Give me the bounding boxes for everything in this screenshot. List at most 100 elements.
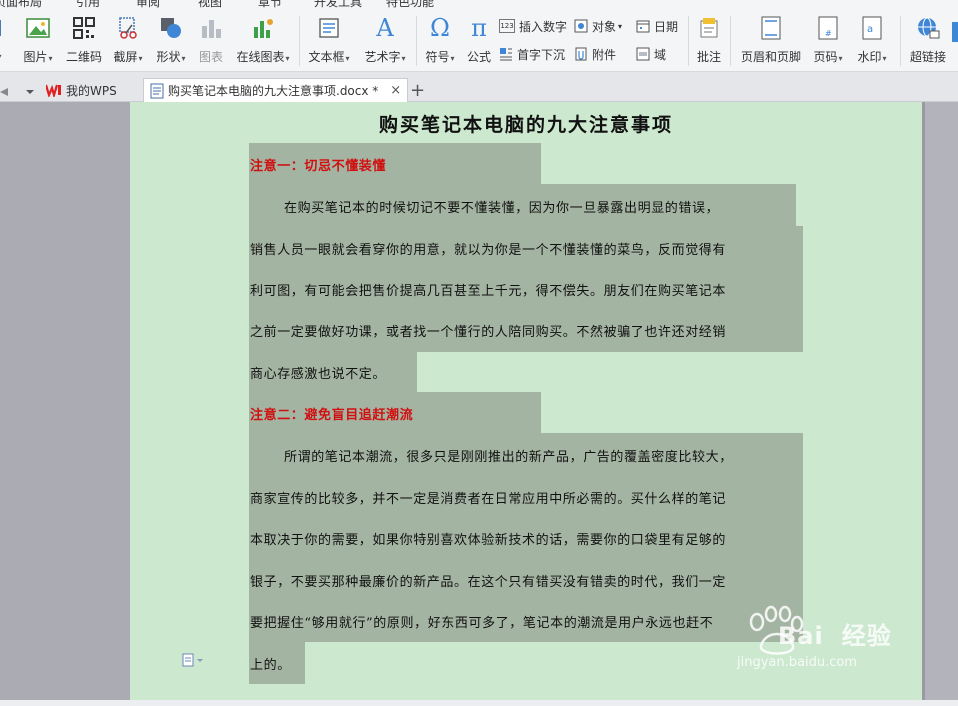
paragraph-line: 之前一定要做好功课，或者找一个懂行的人陪同购买。不然被骗了也许还对经销 xyxy=(250,325,727,340)
tab-list-dropdown[interactable] xyxy=(24,80,36,104)
textbox-label: 文本框 xyxy=(308,50,345,64)
header-footer-label: 页眉和页脚 xyxy=(740,50,801,64)
paragraph-line: 商心存感激也说不定。 xyxy=(250,367,387,382)
chart-label: 图表 xyxy=(198,50,223,64)
menu-item-section[interactable]: 章节 xyxy=(258,0,282,10)
paragraph-line: 本取决于你的需要，如果你特别喜欢体验新技术的话，需要你的口袋里有足够的 xyxy=(250,533,727,548)
formula-label: 公式 xyxy=(466,50,491,64)
textbox-icon xyxy=(317,16,341,40)
symbol-button[interactable]: Ω 符号▾ xyxy=(420,10,460,72)
close-tab-icon[interactable]: × xyxy=(390,83,401,98)
new-tab-icon[interactable]: + xyxy=(410,78,425,102)
section-heading: 注意一：切忌不懂装懂 xyxy=(250,159,387,174)
paragraph-line: 上的。 xyxy=(250,658,291,673)
ribbon-divider xyxy=(900,16,901,66)
scissors-icon xyxy=(116,16,140,40)
globe-link-icon xyxy=(916,16,940,40)
object-icon xyxy=(574,19,588,33)
dropcap-button[interactable]: 首字下沉 xyxy=(499,44,565,64)
menu-item-features[interactable]: 特色功能 xyxy=(386,0,434,10)
hyperlink-button[interactable]: 超链接 xyxy=(906,10,950,72)
status-bar xyxy=(0,700,958,706)
bar-chart-icon xyxy=(199,16,223,40)
dropcap-label: 首字下沉 xyxy=(517,47,566,62)
watermark-icon: a xyxy=(860,16,884,40)
picture-label: 图片 xyxy=(23,50,48,64)
tab-document[interactable]: 购买笔记本电脑的九大注意事项.docx * × xyxy=(143,78,409,102)
watermark-brand-text: 经验 xyxy=(841,622,892,650)
menu-bar: 页面布局 引用 审阅 视图 章节 开发工具 特色功能 xyxy=(0,0,958,10)
header-footer-icon xyxy=(759,16,783,40)
wordart-button[interactable]: A 艺术字▾ xyxy=(360,10,410,72)
screenshot-button[interactable]: 截屏▾ xyxy=(108,10,148,72)
partial-icon xyxy=(0,16,11,40)
shape-button[interactable]: 形状▾ xyxy=(152,10,190,72)
object-button[interactable]: 对象 ▾ xyxy=(574,16,622,36)
online-chart-button[interactable]: 在线图表▾ xyxy=(232,10,294,72)
date-label: 日期 xyxy=(654,19,679,34)
ribbon-toolbar: ▾ 图片▾ 二维码 截屏▾ 形状▾ 图表 在线图表▾ xyxy=(0,10,958,72)
page-number-label: 页码 xyxy=(813,50,838,64)
paragraph-line: 利可图，有可能会把售价提高几百甚至上千元，得不偿失。朋友们在购买笔记本 xyxy=(250,284,727,299)
qrcode-button[interactable]: 二维码 xyxy=(64,10,104,72)
picture-button[interactable]: 图片▾ xyxy=(18,10,58,72)
menu-item-references[interactable]: 引用 xyxy=(76,0,100,10)
chart-button[interactable]: 图表 xyxy=(194,10,228,72)
svg-text:#: # xyxy=(825,29,832,38)
qrcode-label: 二维码 xyxy=(65,50,102,64)
ribbon-divider xyxy=(299,16,300,66)
field-button[interactable]: 域 xyxy=(636,44,666,64)
picture-icon xyxy=(26,16,50,40)
history-arrow-icon[interactable] xyxy=(0,80,10,104)
shape-label: 形状 xyxy=(156,50,181,64)
tab-my-wps[interactable]: 我的WPS xyxy=(46,78,117,102)
object-label: 对象 xyxy=(592,19,617,34)
watermark-url: jingyan.baidu.com xyxy=(737,655,857,670)
paragraph-line: 商家宣传的比较多，并不一定是消费者在日常应用中所必需的。买什么样的笔记 xyxy=(250,492,727,507)
attachment-button[interactable]: 附件 xyxy=(574,44,616,64)
ribbon-divider xyxy=(730,16,731,66)
menu-item-layout[interactable]: 页面布局 xyxy=(0,0,42,10)
menu-item-view[interactable]: 视图 xyxy=(198,0,222,10)
ribbon-divider xyxy=(416,16,417,66)
hyperlink-label: 超链接 xyxy=(909,50,946,64)
document-tab-bar: 我的WPS 购买笔记本电脑的九大注意事项.docx * × + xyxy=(0,72,958,102)
chevron-down-icon xyxy=(26,90,34,94)
paragraph-layout-icon[interactable] xyxy=(182,652,206,668)
insert-number-button[interactable]: 123 插入数字 xyxy=(499,16,567,36)
qrcode-icon xyxy=(72,16,96,40)
omega-icon: Ω xyxy=(430,14,450,42)
online-chart-icon xyxy=(251,16,275,40)
date-button[interactable]: 日期 xyxy=(636,16,678,36)
formula-button[interactable]: π 公式 xyxy=(462,10,496,72)
comment-button[interactable]: 批注 xyxy=(692,10,726,72)
attachment-label: 附件 xyxy=(592,47,617,62)
wps-logo-icon xyxy=(46,84,61,97)
tab-my-wps-label: 我的WPS xyxy=(66,83,117,98)
calendar-icon xyxy=(636,19,650,33)
page-number-button[interactable]: # 页码▾ xyxy=(808,10,848,72)
screenshot-label: 截屏 xyxy=(113,50,138,64)
paragraph-line: 在购买笔记本的时候切记不要不懂装懂，因为你一旦暴露出明显的错误， xyxy=(284,201,720,216)
number-icon: 123 xyxy=(499,19,515,33)
paperclip-icon xyxy=(574,47,588,61)
textbox-button[interactable]: 文本框▾ xyxy=(304,10,354,72)
wordart-icon: A xyxy=(376,14,394,42)
paragraph-line: 所谓的笔记本潮流，很多只是刚刚推出的新产品，广告的覆盖密度比较大， xyxy=(284,450,733,465)
pi-icon: π xyxy=(471,14,487,42)
tab-document-label: 购买笔记本电脑的九大注意事项.docx * xyxy=(168,84,379,98)
watermark-label: 水印 xyxy=(857,50,882,64)
watermark-brand: Bai 经验 xyxy=(778,616,892,651)
partial-button[interactable]: ▾ xyxy=(0,10,6,72)
menu-item-review[interactable]: 审阅 xyxy=(136,0,160,10)
header-footer-button[interactable]: 页眉和页脚 xyxy=(738,10,804,72)
partial-icon xyxy=(952,22,958,42)
section-heading: 注意二：避免盲目追赶潮流 xyxy=(250,408,414,423)
menu-item-developer[interactable]: 开发工具 xyxy=(314,0,362,10)
online-chart-label: 在线图表 xyxy=(236,50,285,64)
paragraph-line: 销售人员一眼就会看穿你的用意，就以为你是一个不懂装懂的菜鸟，反而觉得有 xyxy=(250,243,727,258)
document-title: 购买笔记本电脑的九大注意事项 xyxy=(378,114,673,136)
field-icon xyxy=(636,47,650,61)
watermark-button[interactable]: a 水印▾ xyxy=(852,10,892,72)
paragraph-line: 银子，不要买那种最廉价的新产品。在这个只有错买没有错卖的时代，我们一定 xyxy=(250,575,727,590)
